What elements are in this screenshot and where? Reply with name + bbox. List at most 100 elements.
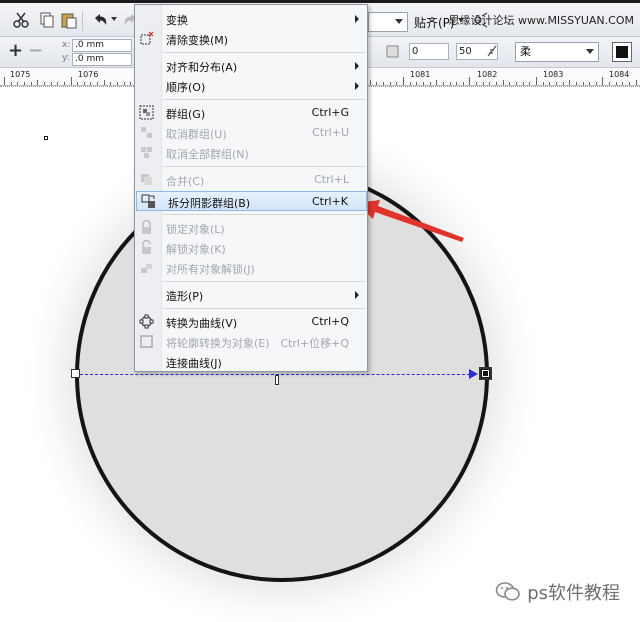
ruler-tick: [57, 82, 58, 85]
ruler-tick: [11, 82, 12, 85]
ruler-tick: [516, 82, 517, 85]
menu-item-clear-transform[interactable]: 清除变换(M): [135, 29, 367, 49]
menu-item-unlock-object[interactable]: 解锁对象(K): [135, 238, 367, 258]
watermark-text: 思缘设计论坛 www.MISSYUAN.COM: [448, 14, 634, 27]
ruler-tick: [110, 82, 111, 85]
wechat-icon: [496, 582, 521, 601]
ruler-label: 1081: [410, 70, 431, 79]
menu-item-convert-to-curves[interactable]: 转换为曲线(V) Ctrl+Q: [135, 312, 367, 332]
watermark-brand: ps软件教程: [527, 583, 620, 604]
zoom-select[interactable]: [368, 12, 408, 32]
ruler-tick: [390, 82, 391, 85]
feather-icon[interactable]: [486, 44, 498, 58]
ruler-tick: [636, 80, 637, 85]
menu-item-align-distribute[interactable]: 对齐和分布(A): [135, 56, 367, 76]
menu-item-shortcut: Ctrl+U: [312, 126, 349, 139]
ruler-label: 1083: [543, 70, 564, 79]
menu-item-outline-to-object[interactable]: 将轮廓转换为对象(E) Ctrl+位移+Q: [135, 332, 367, 352]
ungroup-icon: [141, 127, 152, 138]
undo-dropdown-icon[interactable]: [110, 15, 118, 23]
ruler-tick: [104, 80, 105, 85]
menu-item-label: 清除变换(M): [166, 34, 229, 47]
ruler-tick: [97, 82, 98, 85]
menu-item-label: 转换为曲线(V): [166, 317, 238, 330]
menu-item-ungroup-all[interactable]: 取消全部群组(N): [135, 143, 367, 163]
menu-item-shortcut: Ctrl+L: [314, 173, 349, 186]
cut-icon[interactable]: [12, 11, 30, 29]
y-position-field[interactable]: .0 mm: [72, 53, 132, 66]
ruler-tick: [416, 82, 417, 85]
ruler-tick: [576, 82, 577, 85]
ruler-tick: [24, 82, 25, 85]
feather-direction-value: 柔: [520, 45, 531, 58]
menu-item-label: 取消全部群组(N): [166, 148, 249, 161]
shadow-end-handle[interactable]: [479, 367, 492, 380]
add-icon[interactable]: +: [8, 42, 23, 60]
menu-item-unlock-all[interactable]: 对所有对象解锁(J): [135, 258, 367, 278]
ruler-tick: [476, 82, 477, 85]
combine-icon: [141, 174, 152, 185]
menu-item-label: 造形(P): [166, 290, 204, 303]
submenu-arrow-icon: [355, 15, 359, 23]
ruler-tick: [17, 82, 18, 85]
x-position-field[interactable]: .0 mm: [72, 39, 132, 52]
convert-to-curves-icon: [139, 314, 154, 329]
menu-separator: [163, 281, 365, 282]
paste-icon[interactable]: [60, 11, 78, 29]
ruler-tick: [523, 82, 524, 85]
menu-item-label: 对齐和分布(A): [166, 61, 238, 74]
menu-item-label: 顺序(O): [166, 81, 206, 94]
toolbar-separator: [82, 11, 83, 31]
menu-item-order[interactable]: 顺序(O): [135, 76, 367, 96]
shadow-color-button[interactable]: [612, 42, 632, 62]
ruler-tick: [616, 82, 617, 85]
lock-icon: [142, 220, 151, 234]
ruler-tick: [536, 77, 537, 85]
menu-item-group[interactable]: 群组(G) Ctrl+G: [135, 103, 367, 123]
menu-item-label: 连接曲线(J): [166, 357, 222, 370]
ruler-tick: [556, 82, 557, 85]
menu-separator: [163, 166, 365, 167]
ruler-tick: [443, 82, 444, 85]
menu-item-combine[interactable]: 合并(C) Ctrl+L: [135, 170, 367, 190]
ruler-tick: [529, 82, 530, 85]
copy-icon[interactable]: [38, 11, 56, 29]
submenu-arrow-icon: [355, 291, 359, 299]
menu-item-break-shadow-group[interactable]: 拆分阴影群组(B) Ctrl+K: [136, 191, 367, 211]
ruler-label: 1084: [609, 70, 630, 79]
menu-separator: [163, 52, 365, 53]
ruler-tick: [4, 77, 5, 85]
ruler-tick: [130, 82, 131, 85]
shadow-opacity-icon[interactable]: [384, 43, 402, 61]
shadow-opacity-field[interactable]: 0: [409, 43, 449, 60]
ruler-tick: [456, 82, 457, 85]
menu-item-label: 取消群组(U): [166, 128, 227, 141]
shadow-start-handle[interactable]: [71, 369, 80, 378]
menu-item-shortcut: Ctrl+Q: [311, 315, 349, 328]
shadow-opacity-slider[interactable]: [275, 375, 279, 385]
undo-icon[interactable]: [91, 11, 109, 29]
ruler-tick: [489, 82, 490, 85]
menu-item-label: 合并(C): [166, 175, 205, 188]
ruler-tick: [629, 82, 630, 85]
menu-item-join-curves[interactable]: 连接曲线(J): [135, 352, 367, 372]
submenu-arrow-icon: [355, 62, 359, 70]
menu-item-lock-object[interactable]: 锁定对象(L): [135, 218, 367, 238]
shadow-vector-arrow-icon: [469, 369, 478, 379]
group-icon: [139, 105, 154, 120]
menu-item-transform[interactable]: 变换: [135, 9, 367, 29]
ruler-label: 1075: [10, 70, 31, 79]
menu-item-label: 解锁对象(K): [166, 243, 226, 256]
red-arrow-icon: [356, 200, 464, 242]
ruler-tick: [77, 82, 78, 85]
menu-item-label: 锁定对象(L): [166, 223, 225, 236]
menu-item-ungroup[interactable]: 取消群组(U) Ctrl+U: [135, 123, 367, 143]
break-apart-icon: [141, 194, 155, 208]
ruler-tick: [596, 82, 597, 85]
ruler-tick: [423, 82, 424, 85]
ruler-tick: [370, 80, 371, 85]
ruler-tick: [44, 82, 45, 85]
remove-icon[interactable]: −: [28, 42, 43, 60]
feather-direction-select[interactable]: 柔: [515, 42, 599, 62]
menu-item-shaping[interactable]: 造形(P): [135, 285, 367, 305]
